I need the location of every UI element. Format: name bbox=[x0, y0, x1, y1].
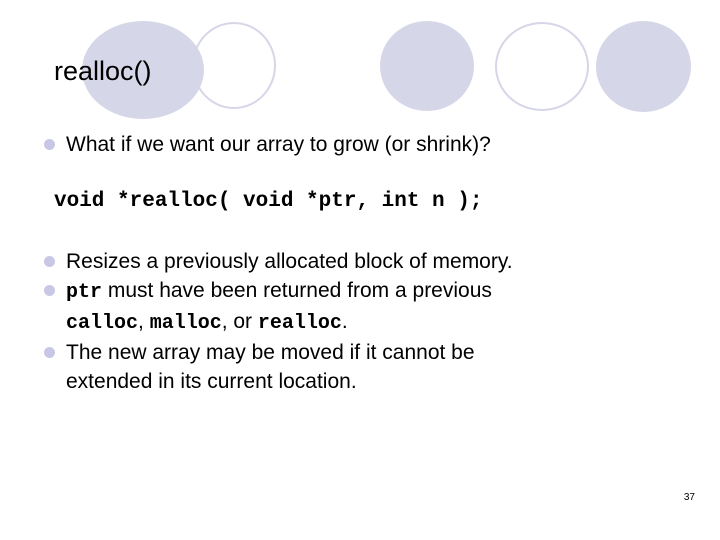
bullet-text-3: ptr must have been returned from a previ… bbox=[66, 276, 692, 307]
bullet-marker-icon bbox=[44, 139, 55, 150]
deco-circle-filled-3 bbox=[596, 21, 691, 112]
code-signature: void *realloc( void *ptr, int n ); bbox=[54, 190, 483, 213]
bullet-item-4: The new array may be moved if it cannot … bbox=[44, 338, 692, 367]
deco-circle-outlined-2 bbox=[495, 22, 589, 111]
separator-3: . bbox=[341, 310, 348, 333]
bullet-text-2: Resizes a previously allocated block of … bbox=[66, 250, 513, 273]
page-number: 37 bbox=[683, 492, 695, 503]
bullet-item-1: What if we want our array to grow (or sh… bbox=[44, 130, 692, 159]
deco-circle-outlined-1 bbox=[192, 22, 276, 109]
bullet-text-1: What if we want our array to grow (or sh… bbox=[66, 133, 491, 156]
deco-circle-filled-2 bbox=[380, 21, 474, 111]
separator-1: , bbox=[138, 310, 150, 333]
bullet-text-3-rest: must have been returned from a previous bbox=[102, 279, 492, 302]
code-term-ptr: ptr bbox=[66, 281, 103, 304]
code-term-calloc: calloc bbox=[66, 312, 139, 335]
bullet-marker-icon bbox=[44, 285, 55, 296]
bullet-marker-icon bbox=[44, 256, 55, 267]
bullet-item-3: ptr must have been returned from a previ… bbox=[44, 276, 692, 307]
slide: realloc() What if we want our array to g… bbox=[0, 0, 720, 540]
bullet-item-3-continuation: calloc, malloc, or realloc. bbox=[66, 307, 692, 338]
code-term-realloc: realloc bbox=[257, 312, 342, 335]
bullet-marker-icon bbox=[44, 347, 55, 358]
slide-body: What if we want our array to grow (or sh… bbox=[44, 130, 692, 396]
slide-title: realloc() bbox=[54, 56, 152, 86]
bullet-item-4-continuation: extended in its current location. bbox=[66, 370, 357, 393]
bullet-text-4: The new array may be moved if it cannot … bbox=[66, 341, 475, 364]
bullet-item-2: Resizes a previously allocated block of … bbox=[44, 247, 692, 276]
code-term-malloc: malloc bbox=[149, 312, 222, 335]
separator-2: , or bbox=[221, 310, 258, 333]
